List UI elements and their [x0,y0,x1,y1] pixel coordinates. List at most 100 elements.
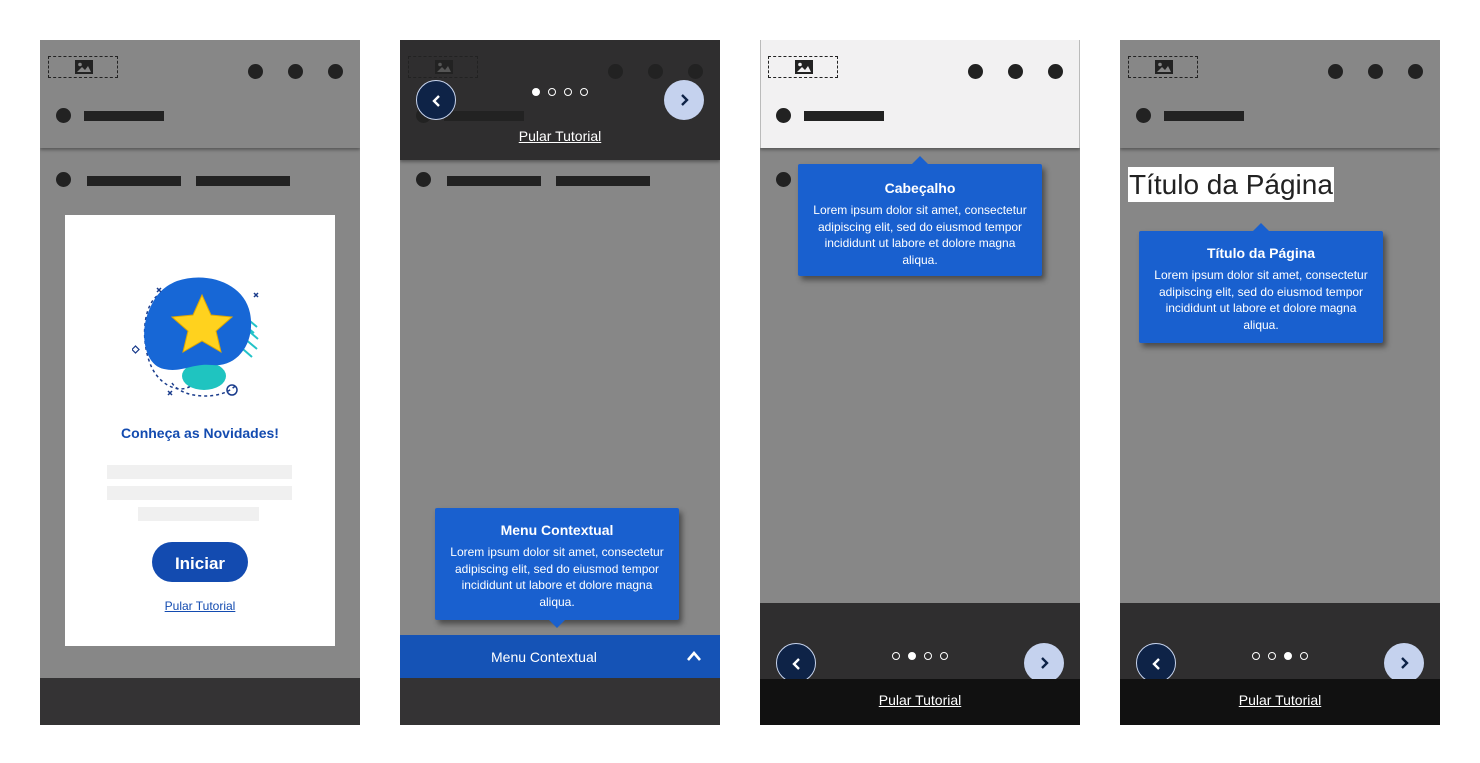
header-text-placeholder [444,111,524,121]
header-action-icon[interactable] [248,64,263,79]
header-action-icon[interactable] [688,64,703,79]
chevron-up-icon[interactable] [686,650,702,662]
image-icon [75,60,93,74]
header-action-icon[interactable] [288,64,303,79]
tooltip-arrow [912,156,928,164]
content-icon [776,172,791,187]
app-header [40,40,360,148]
tooltip-body: Lorem ipsum dolor sit amet, consectetur … [1154,268,1368,332]
menu-icon[interactable] [1136,108,1151,123]
pager-dot[interactable] [580,88,588,96]
pager-dot[interactable] [1300,652,1308,660]
tooltip-arrow [549,620,565,628]
text-placeholder [107,486,292,500]
pager-dot[interactable] [1268,652,1276,660]
image-icon [1155,60,1173,74]
chevron-left-icon [792,658,800,670]
logo-placeholder [1128,56,1198,78]
tutorial-footer: Pular Tutorial [1120,603,1440,725]
tooltip-title: Título da Página [1206,245,1316,261]
tutorial-footer: Pular Tutorial [760,603,1080,725]
context-menu-label: Menu Contextual [491,649,597,665]
content-icon [416,172,431,187]
pager-dot[interactable] [940,652,948,660]
tutorial-pager [532,88,596,98]
header-action-icon[interactable] [1368,64,1383,79]
pager-dot[interactable] [548,88,556,96]
previous-button[interactable] [416,80,456,120]
welcome-title: Conheça as Novidades! [121,425,279,441]
app-header [760,40,1080,148]
screen-welcome: Conheça as Novidades! Iniciar Pular Tuto… [40,40,360,725]
screen-header-tip: Cabeçalho Lorem ipsum dolor sit amet, co… [760,40,1080,725]
start-button[interactable]: Iniciar [152,542,248,582]
logo-placeholder [408,56,478,78]
chevron-right-icon [1041,657,1049,669]
tooltip-title: Cabeçalho [884,180,956,196]
content-text-placeholder [447,176,541,186]
content-text-placeholder [87,176,181,186]
text-placeholder [107,465,292,479]
skip-tutorial-link[interactable]: Pular Tutorial [1120,692,1440,708]
previous-button[interactable] [776,643,816,683]
skip-tutorial-link[interactable]: Pular Tutorial [65,599,335,613]
header-action-icon[interactable] [1048,64,1063,79]
footer-skip-area: Pular Tutorial [760,679,1080,725]
menu-icon[interactable] [776,108,791,123]
tutorial-pager [892,652,956,662]
pager-dot[interactable] [924,652,932,660]
image-icon [435,60,453,74]
content-icon [56,172,71,187]
header-action-icon[interactable] [968,64,983,79]
header-action-icon[interactable] [1328,64,1343,79]
skip-tutorial-link[interactable]: Pular Tutorial [760,692,1080,708]
app-header [1120,40,1440,148]
next-button[interactable] [1384,643,1424,683]
header-action-icon[interactable] [648,64,663,79]
header-action-icon[interactable] [328,64,343,79]
pager-dot[interactable] [892,652,900,660]
pager-dot[interactable] [1284,652,1292,660]
welcome-modal: Conheça as Novidades! Iniciar Pular Tuto… [65,215,335,646]
tooltip-body: Lorem ipsum dolor sit amet, consectetur … [450,545,664,609]
header-action-icon[interactable] [1008,64,1023,79]
chevron-left-icon [1152,658,1160,670]
pager-dot[interactable] [908,652,916,660]
pager-dot[interactable] [564,88,572,96]
context-menu-bar[interactable]: Menu Contextual [400,635,720,678]
header-action-icon[interactable] [608,64,623,79]
star-illustration [132,277,259,397]
tooltip-header: Cabeçalho Lorem ipsum dolor sit amet, co… [798,156,1042,276]
page-title: Título da Página [1128,167,1334,202]
chevron-right-icon [1401,657,1409,669]
tooltip-arrow [1253,223,1269,231]
header-action-icon[interactable] [1408,64,1423,79]
header-text-placeholder [1164,111,1244,121]
pager-dot[interactable] [1252,652,1260,660]
next-button[interactable] [664,80,704,120]
screen-page-title-tip: Título da Página Título da Página Lorem … [1120,40,1440,725]
tooltip-page-title: Título da Página Lorem ipsum dolor sit a… [1139,223,1383,343]
content-text-placeholder [556,176,650,186]
tooltip-title: Menu Contextual [500,522,614,538]
header-text-placeholder [804,111,884,121]
screen-context-menu-tip: Pular Tutorial Menu Contextual Lorem ips… [400,40,720,725]
previous-button[interactable] [1136,643,1176,683]
footer-skip-area: Pular Tutorial [1120,679,1440,725]
skip-tutorial-link[interactable]: Pular Tutorial [400,128,720,144]
image-icon [795,60,813,74]
app-header: Pular Tutorial [400,40,720,160]
menu-icon[interactable] [56,108,71,123]
app-footer [400,678,720,725]
logo-placeholder [48,56,118,78]
next-button[interactable] [1024,643,1064,683]
tooltip-body: Lorem ipsum dolor sit amet, consectetur … [813,203,1027,267]
chevron-left-icon [432,95,440,107]
tooltip-context-menu: Menu Contextual Lorem ipsum dolor sit am… [435,508,679,628]
pager-dot[interactable] [532,88,540,96]
logo-placeholder [768,56,838,78]
header-text-placeholder [84,111,164,121]
text-placeholder [138,507,259,521]
tutorial-pager [1252,652,1316,662]
chevron-right-icon [681,94,689,106]
